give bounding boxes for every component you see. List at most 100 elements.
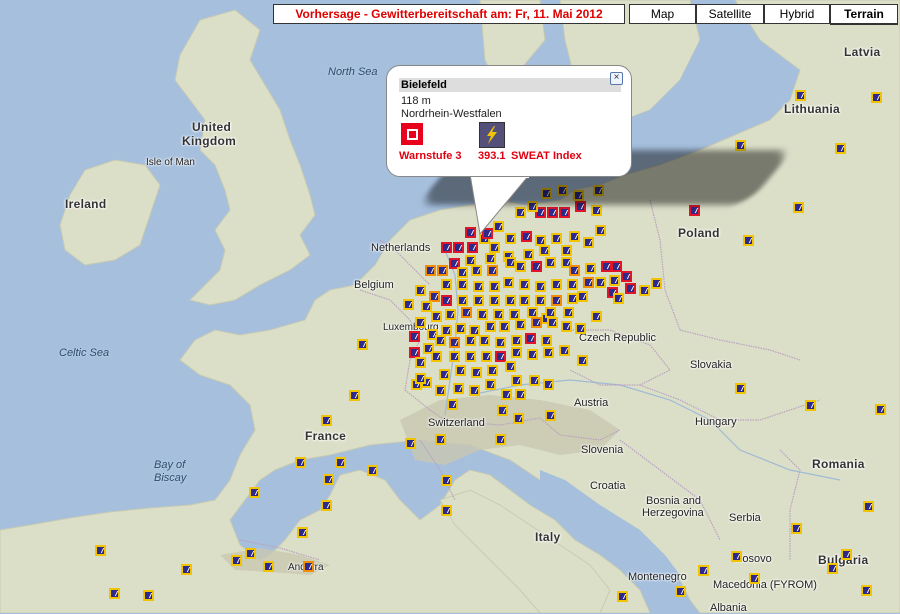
storm-marker[interactable]: [595, 277, 606, 288]
storm-marker[interactable]: [795, 90, 806, 101]
storm-marker[interactable]: [561, 321, 572, 332]
storm-marker[interactable]: [531, 261, 542, 272]
storm-marker[interactable]: [613, 293, 624, 304]
storm-marker[interactable]: [505, 233, 516, 244]
storm-marker[interactable]: [561, 245, 572, 256]
storm-marker[interactable]: [431, 311, 442, 322]
map-type-map-button[interactable]: Map: [629, 4, 696, 24]
storm-marker[interactable]: [455, 365, 466, 376]
storm-marker[interactable]: [583, 277, 594, 288]
storm-marker[interactable]: [435, 434, 446, 445]
storm-marker[interactable]: [465, 335, 476, 346]
storm-marker[interactable]: [297, 527, 308, 538]
storm-marker[interactable]: [435, 335, 446, 346]
storm-marker[interactable]: [689, 205, 700, 216]
storm-marker[interactable]: [609, 275, 620, 286]
storm-marker[interactable]: [871, 92, 882, 103]
storm-marker[interactable]: [437, 265, 448, 276]
storm-marker[interactable]: [875, 404, 886, 415]
storm-marker[interactable]: [519, 295, 530, 306]
storm-marker[interactable]: [625, 283, 636, 294]
storm-marker[interactable]: [349, 390, 360, 401]
storm-marker[interactable]: [559, 207, 570, 218]
storm-marker[interactable]: [471, 265, 482, 276]
storm-marker[interactable]: [539, 245, 550, 256]
storm-marker[interactable]: [563, 307, 574, 318]
storm-marker[interactable]: [551, 295, 562, 306]
storm-marker[interactable]: [595, 225, 606, 236]
storm-marker[interactable]: [303, 561, 314, 572]
storm-marker[interactable]: [95, 545, 106, 556]
storm-marker[interactable]: [461, 307, 472, 318]
storm-marker[interactable]: [527, 349, 538, 360]
storm-marker[interactable]: [583, 237, 594, 248]
storm-marker[interactable]: [511, 347, 522, 358]
storm-marker[interactable]: [477, 309, 488, 320]
storm-marker[interactable]: [559, 345, 570, 356]
storm-marker[interactable]: [651, 278, 662, 289]
storm-marker[interactable]: [109, 588, 120, 599]
storm-marker[interactable]: [445, 309, 456, 320]
storm-marker[interactable]: [485, 379, 496, 390]
storm-marker[interactable]: [441, 505, 452, 516]
storm-marker[interactable]: [495, 337, 506, 348]
storm-marker[interactable]: [567, 279, 578, 290]
storm-marker[interactable]: [835, 143, 846, 154]
storm-marker[interactable]: [575, 323, 586, 334]
storm-marker[interactable]: [621, 271, 632, 282]
storm-marker[interactable]: [489, 295, 500, 306]
storm-marker[interactable]: [827, 563, 838, 574]
storm-marker[interactable]: [249, 487, 260, 498]
storm-marker[interactable]: [497, 405, 508, 416]
map-type-hybrid-button[interactable]: Hybrid: [764, 4, 830, 24]
storm-marker-bielefeld[interactable]: [482, 228, 493, 239]
storm-marker[interactable]: [493, 221, 504, 232]
storm-marker[interactable]: [547, 317, 558, 328]
storm-marker[interactable]: [405, 438, 416, 449]
storm-marker[interactable]: [481, 351, 492, 362]
storm-marker[interactable]: [455, 323, 466, 334]
storm-marker[interactable]: [503, 277, 514, 288]
storm-marker[interactable]: [231, 555, 242, 566]
storm-marker[interactable]: [585, 263, 596, 274]
storm-marker[interactable]: [465, 351, 476, 362]
storm-marker[interactable]: [863, 501, 874, 512]
storm-marker[interactable]: [473, 281, 484, 292]
storm-marker[interactable]: [431, 351, 442, 362]
storm-marker[interactable]: [471, 367, 482, 378]
storm-marker[interactable]: [465, 227, 476, 238]
storm-marker[interactable]: [263, 561, 274, 572]
storm-marker[interactable]: [545, 410, 556, 421]
storm-marker[interactable]: [525, 333, 536, 344]
storm-marker[interactable]: [441, 475, 452, 486]
storm-marker[interactable]: [245, 548, 256, 559]
storm-marker[interactable]: [743, 235, 754, 246]
storm-marker[interactable]: [367, 465, 378, 476]
storm-marker[interactable]: [543, 347, 554, 358]
storm-marker[interactable]: [505, 361, 516, 372]
storm-marker[interactable]: [479, 335, 490, 346]
storm-marker[interactable]: [501, 389, 512, 400]
storm-marker[interactable]: [409, 331, 420, 342]
storm-marker[interactable]: [569, 265, 580, 276]
storm-marker[interactable]: [441, 279, 452, 290]
storm-marker[interactable]: [457, 267, 468, 278]
storm-marker[interactable]: [535, 281, 546, 292]
storm-marker[interactable]: [591, 205, 602, 216]
map-type-terrain-button[interactable]: Terrain: [830, 4, 898, 25]
storm-marker[interactable]: [577, 291, 588, 302]
storm-marker[interactable]: [453, 383, 464, 394]
storm-marker[interactable]: [735, 383, 746, 394]
storm-marker[interactable]: [335, 457, 346, 468]
storm-marker[interactable]: [415, 285, 426, 296]
storm-marker[interactable]: [449, 351, 460, 362]
storm-marker[interactable]: [541, 335, 552, 346]
storm-marker[interactable]: [499, 321, 510, 332]
storm-marker[interactable]: [143, 590, 154, 601]
storm-marker[interactable]: [551, 279, 562, 290]
storm-marker[interactable]: [453, 242, 464, 253]
storm-marker[interactable]: [639, 285, 650, 296]
storm-marker[interactable]: [545, 257, 556, 268]
storm-marker[interactable]: [535, 295, 546, 306]
storm-marker[interactable]: [493, 309, 504, 320]
